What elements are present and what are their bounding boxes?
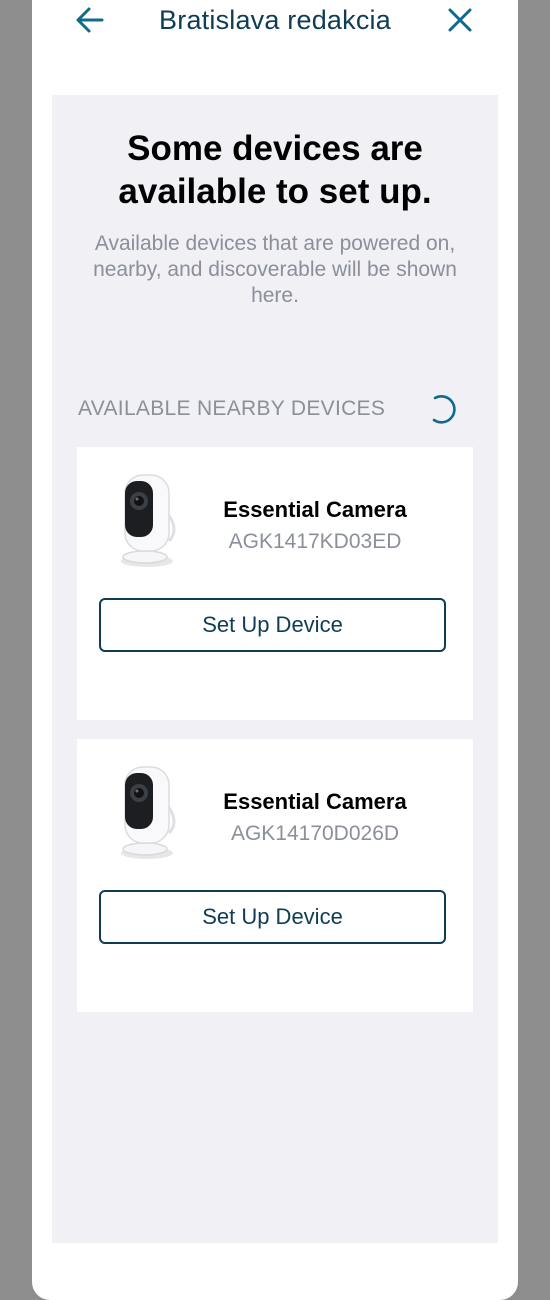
section-label: AVAILABLE NEARBY DEVICES [78,397,386,420]
device-name: Essential Camera [223,497,407,522]
headline: Some devices are available to set up. [118,129,432,211]
device-setup-sheet: Bratislava redakcia Some devices are ava… [32,0,518,1300]
description-text: Available devices that are powered on, n… [93,232,457,307]
close-button[interactable] [432,0,488,40]
content-panel: Some devices are available to set up. Av… [52,95,498,1243]
spinner-icon [432,395,456,424]
back-button[interactable] [62,0,118,40]
set-up-device-button[interactable]: Set Up Device [99,598,446,652]
set-up-device-button[interactable]: Set Up Device [99,890,446,944]
camera-icon [121,474,176,567]
header: Bratislava redakcia [32,0,518,76]
device-serial: AGK1417KD03ED [228,530,402,553]
device-name: Essential Camera [223,789,407,814]
camera-icon [121,766,176,859]
device-card: Essential Camera AGK14170D026D Set Up De… [77,739,473,1012]
device-card: Essential Camera AGK1417KD03ED Set Up De… [77,447,473,720]
close-icon [448,8,472,32]
arrow-left-icon [76,7,104,33]
device-serial: AGK14170D026D [230,822,400,845]
page-title: Bratislava redakcia [159,5,391,35]
